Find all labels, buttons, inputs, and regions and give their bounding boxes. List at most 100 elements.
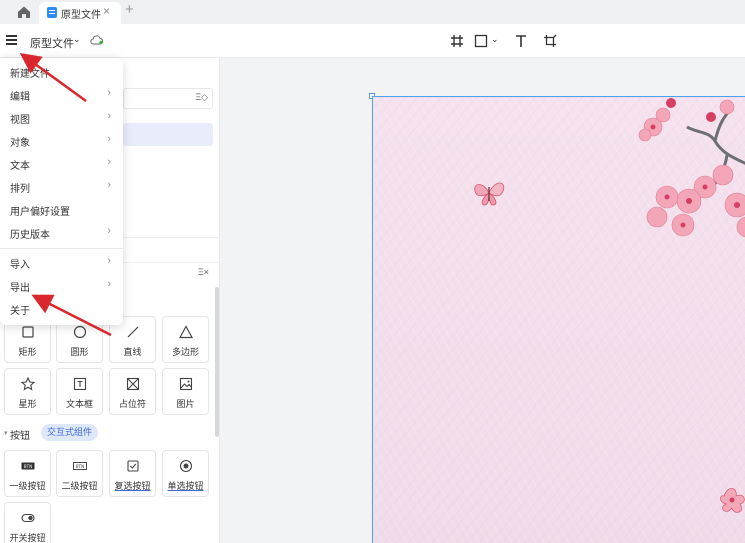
menu-item-arrange[interactable]: 排列 › <box>0 176 123 198</box>
star-icon <box>21 377 35 391</box>
frame-tool-icon[interactable] <box>450 34 464 48</box>
chevron-right-icon: › <box>107 110 111 122</box>
radio-icon <box>179 459 193 473</box>
crop-tool-icon[interactable] <box>543 34 557 48</box>
circle-icon <box>73 325 87 339</box>
polygon-icon <box>179 325 193 339</box>
tab-prototype-file[interactable]: 原型文件 × <box>39 2 121 24</box>
scrollbar[interactable] <box>215 287 219 437</box>
placeholder-icon <box>126 377 140 391</box>
component-secondary-button[interactable]: BTN 二级按钮 <box>56 450 103 497</box>
image-icon <box>179 377 193 391</box>
menu-item-new-file[interactable]: 新建文件 <box>0 61 123 83</box>
component-star[interactable]: 星形 <box>4 368 51 415</box>
home-icon[interactable] <box>16 4 32 20</box>
component-label: 直线 <box>123 347 142 357</box>
component-label: 二级按钮 <box>61 481 98 491</box>
tab-label: 原型文件 <box>61 10 101 21</box>
component-image[interactable]: 图片 <box>162 368 209 415</box>
component-label: 开关按钮 <box>9 533 46 543</box>
canvas-area[interactable] <box>220 58 745 543</box>
menu-item-label: 导入 <box>10 260 30 271</box>
textbox-icon <box>73 377 87 391</box>
menu-item-label: 文本 <box>10 161 30 172</box>
component-label: 单选按钮 <box>167 481 204 491</box>
sort-icon[interactable]: Ξ◇ <box>195 92 208 103</box>
component-textbox[interactable]: 文本框 <box>56 368 103 415</box>
chevron-right-icon: › <box>107 87 111 99</box>
svg-text:BTN: BTN <box>76 464 84 469</box>
svg-text:BTN: BTN <box>24 464 32 469</box>
chevron-down-icon[interactable]: ⌄ <box>491 34 499 45</box>
interactive-components-badge[interactable]: 交互式组件 <box>41 424 99 441</box>
file-icon <box>47 7 57 18</box>
menu-item-label: 历史版本 <box>10 230 50 241</box>
component-label: 矩形 <box>18 347 37 357</box>
close-icon[interactable]: × <box>103 4 110 18</box>
toolbar: 原型文件 ⌄ ⌄ <box>0 24 745 58</box>
menu-item-label: 关于 <box>10 306 30 317</box>
hamburger-menu-icon[interactable] <box>4 32 20 48</box>
component-label: 一级按钮 <box>9 481 46 491</box>
menu-item-import[interactable]: 导入 › <box>0 252 123 274</box>
primary-button-icon: BTN <box>21 462 35 470</box>
chevron-right-icon: › <box>107 133 111 145</box>
collapse-icon[interactable]: Ξ× <box>198 267 209 277</box>
menu-item-label: 排列 <box>10 184 30 195</box>
component-label: 复选按钮 <box>114 481 151 491</box>
rectangle-icon <box>22 326 34 338</box>
component-toggle[interactable]: 开关按钮 <box>4 502 51 543</box>
caret-down-icon[interactable]: ▾ <box>4 429 8 437</box>
component-label: 占位符 <box>118 399 146 409</box>
document-title[interactable]: 原型文件 <box>30 35 74 51</box>
component-polygon[interactable]: 多边形 <box>162 316 209 363</box>
layer-sort-bar[interactable]: Ξ◇ <box>123 88 213 109</box>
cloud-sync-icon <box>90 35 104 45</box>
chevron-right-icon: › <box>107 278 111 290</box>
component-label: 图片 <box>176 399 195 409</box>
cherry-blossom-branch-image <box>638 98 745 238</box>
menu-item-edit[interactable]: 编辑 › <box>0 84 123 106</box>
tab-bar: 原型文件 × + <box>0 0 745 24</box>
menu-item-about[interactable]: 关于 <box>0 298 123 320</box>
menu-item-history[interactable]: 历史版本 › <box>0 222 123 244</box>
menu-item-label: 视图 <box>10 115 30 126</box>
menu-separator <box>0 248 123 249</box>
component-label: 圆形 <box>70 347 89 357</box>
chevron-right-icon: › <box>107 179 111 191</box>
component-placeholder[interactable]: 占位符 <box>109 368 156 415</box>
checkbox-icon <box>127 460 139 472</box>
rectangle-tool-icon[interactable] <box>474 34 488 48</box>
menu-item-preferences[interactable]: 用户偏好设置 <box>0 199 123 221</box>
secondary-button-icon: BTN <box>73 462 87 470</box>
component-primary-button[interactable]: BTN 一级按钮 <box>4 450 51 497</box>
main-menu-dropdown: 新建文件 编辑 › 视图 › 对象 › 文本 › 排列 › 用户偏好设置 历史版本 › 导入… <box>0 58 123 325</box>
chevron-right-icon: › <box>107 225 111 237</box>
petal-image <box>720 488 745 513</box>
component-label: 星形 <box>18 399 37 409</box>
section-title-buttons[interactable]: 按钮 <box>10 427 30 442</box>
chevron-right-icon: › <box>107 156 111 168</box>
toggle-icon <box>21 513 35 523</box>
menu-item-view[interactable]: 视图 › <box>0 107 123 129</box>
menu-item-text[interactable]: 文本 › <box>0 153 123 175</box>
artboard[interactable] <box>372 96 745 543</box>
menu-item-label: 对象 <box>10 138 30 149</box>
menu-item-label: 编辑 <box>10 92 30 103</box>
component-radio[interactable]: 单选按钮 <box>162 450 209 497</box>
component-label: 文本框 <box>65 399 93 409</box>
chevron-right-icon: › <box>107 255 111 267</box>
add-tab-icon[interactable]: + <box>125 1 134 18</box>
menu-item-label: 用户偏好设置 <box>10 207 70 218</box>
component-filter[interactable]: Ξ× <box>123 266 213 284</box>
chevron-down-icon[interactable]: ⌄ <box>73 34 81 45</box>
menu-item-label: 导出 <box>10 283 30 294</box>
menu-item-object[interactable]: 对象 › <box>0 130 123 152</box>
component-checkbox[interactable]: 复选按钮 <box>109 450 156 497</box>
menu-item-export[interactable]: 导出 › <box>0 275 123 297</box>
selected-layer-row[interactable] <box>123 123 213 146</box>
text-tool-icon[interactable] <box>514 34 528 48</box>
menu-item-label: 新建文件 <box>10 69 50 80</box>
line-icon <box>127 326 139 338</box>
component-label: 多边形 <box>171 347 199 357</box>
